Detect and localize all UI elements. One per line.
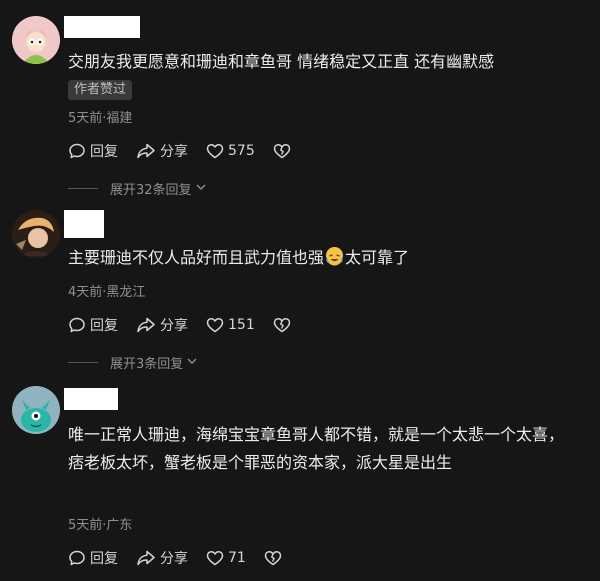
heart-icon [206,142,224,160]
like-button[interactable]: 151 [206,316,255,334]
author-liked-badge: 作者赞过 [68,80,133,100]
share-label: 分享 [160,551,188,567]
broken-heart-icon [273,142,291,160]
expand-replies-button[interactable]: 展开32条回复 [68,179,207,198]
chevron-down-icon [186,355,198,370]
reply-label: 回复 [90,551,118,567]
broken-heart-icon [273,316,291,334]
divider-line [68,188,98,189]
comment-text-line: 主要珊迪不仅人品好而且武力值也强 太可靠了 [68,244,578,272]
avatar[interactable] [12,16,60,64]
reply-icon [68,316,86,334]
comment-actions: 回复 分享 71 [68,548,282,568]
heart-icon [206,316,224,334]
comment-text: 交朋友我更愿意和珊迪和章鱼哥 情绪稳定又正直 还有幽默感 [68,52,495,71]
reply-icon [68,549,86,567]
like-count: 575 [228,143,255,159]
share-icon [136,316,156,334]
laughing-tears-emoji-icon [326,247,344,266]
broken-heart-icon [264,549,282,567]
share-label: 分享 [160,144,188,160]
like-count: 71 [228,550,246,566]
share-button[interactable]: 分享 [136,548,188,568]
expand-replies-label: 展开3条回复 [110,357,184,372]
like-button[interactable]: 575 [206,142,255,160]
like-button[interactable]: 71 [206,549,246,567]
comment-text: 唯一正常人珊迪，海绵宝宝章鱼哥人都不错，就是一个太悲一个太喜，痞老板太坏，蟹老板… [68,425,565,472]
comment-meta: 4天前·黑龙江 [68,285,146,300]
comment-text-after: 太可靠了 [345,248,410,267]
reply-label: 回复 [90,144,118,160]
share-button[interactable]: 分享 [136,141,188,161]
comment-text: 主要珊迪不仅人品好而且武力值也强 [68,248,325,267]
divider-line [68,362,98,363]
share-button[interactable]: 分享 [136,315,188,335]
like-count: 151 [228,317,255,333]
heart-icon [206,549,224,567]
comment-actions: 回复 分享 575 [68,141,291,161]
dislike-button[interactable] [273,316,291,334]
expand-replies-label: 展开32条回复 [110,183,192,198]
reply-icon [68,142,86,160]
avatar[interactable] [12,210,60,258]
comment-meta: 5天前·福建 [68,111,133,126]
expand-replies-button[interactable]: 展开3条回复 [68,353,198,372]
chevron-down-icon [195,181,207,196]
username-redacted[interactable] [64,16,140,38]
username-redacted[interactable] [64,210,104,238]
share-label: 分享 [160,318,188,334]
reply-button[interactable]: 回复 [68,548,118,568]
share-icon [136,142,156,160]
username-redacted[interactable] [64,388,118,410]
share-icon [136,549,156,567]
reply-button[interactable]: 回复 [68,315,118,335]
reply-label: 回复 [90,318,118,334]
comment-actions: 回复 分享 151 [68,315,291,335]
reply-button[interactable]: 回复 [68,141,118,161]
avatar[interactable] [12,386,60,434]
comment-meta: 5天前·广东 [68,518,133,533]
dislike-button[interactable] [264,549,282,567]
dislike-button[interactable] [273,142,291,160]
